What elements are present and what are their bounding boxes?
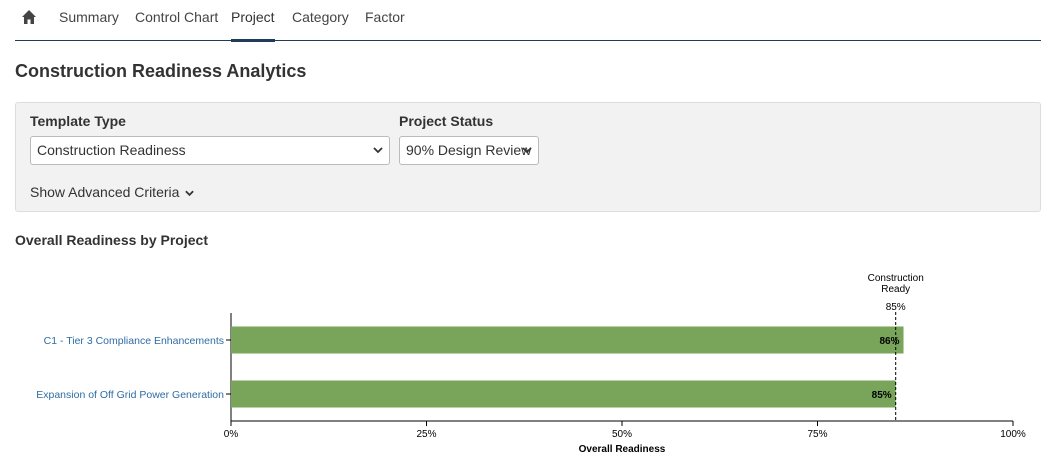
chevron-down-icon <box>185 190 195 196</box>
template-type-value: Construction Readiness <box>37 142 186 158</box>
tab-control-chart[interactable]: Control Chart <box>135 0 218 41</box>
project-status-value: 90% Design Review <box>406 142 532 158</box>
reference-label: Ready <box>881 284 910 295</box>
x-tick-label: 50% <box>612 429 632 440</box>
tab-category[interactable]: Category <box>292 0 349 41</box>
bar-value-label: 85% <box>872 390 892 401</box>
project-status-label: Project Status <box>399 113 494 129</box>
project-status-select[interactable]: 90% Design Review <box>399 136 539 165</box>
tab-factor[interactable]: Factor <box>365 0 405 41</box>
show-advanced-criteria-label: Show Advanced Criteria <box>30 184 180 200</box>
y-tick-label[interactable]: Expansion of Off Grid Power Generation <box>36 389 224 401</box>
readiness-bar-chart: C1 - Tier 3 Compliance Enhancements 86% Ex… <box>36 273 1026 455</box>
x-tick-label: 75% <box>807 429 827 440</box>
chevron-down-icon <box>373 147 383 154</box>
template-type-select[interactable]: Construction Readiness <box>30 136 390 165</box>
filter-panel: Template Type Construction Readiness Pro… <box>15 102 1041 212</box>
bar-value-label: 86% <box>880 336 900 347</box>
top-nav: Summary Control Chart Project Category F… <box>15 0 1041 42</box>
tab-summary[interactable]: Summary <box>59 0 119 41</box>
x-tick-label: 25% <box>416 429 436 440</box>
chevron-down-icon <box>522 147 532 154</box>
x-tick-label: 100% <box>1000 429 1026 440</box>
home-icon[interactable] <box>21 9 37 25</box>
tab-project[interactable]: Project <box>231 0 275 42</box>
x-tick-label: 0% <box>224 429 239 440</box>
bar <box>231 326 904 354</box>
template-type-label: Template Type <box>30 113 126 129</box>
y-tick-label[interactable]: C1 - Tier 3 Compliance Enhancements <box>44 335 224 347</box>
reference-label: Construction <box>868 273 924 284</box>
page-title: Construction Readiness Analytics <box>15 61 307 81</box>
section-title: Overall Readiness by Project <box>15 232 208 248</box>
reference-value-label: 85% <box>886 302 906 313</box>
show-advanced-criteria-link[interactable]: Show Advanced Criteria <box>30 184 195 200</box>
x-axis-title: Overall Readiness <box>579 444 666 455</box>
bar <box>231 380 896 408</box>
